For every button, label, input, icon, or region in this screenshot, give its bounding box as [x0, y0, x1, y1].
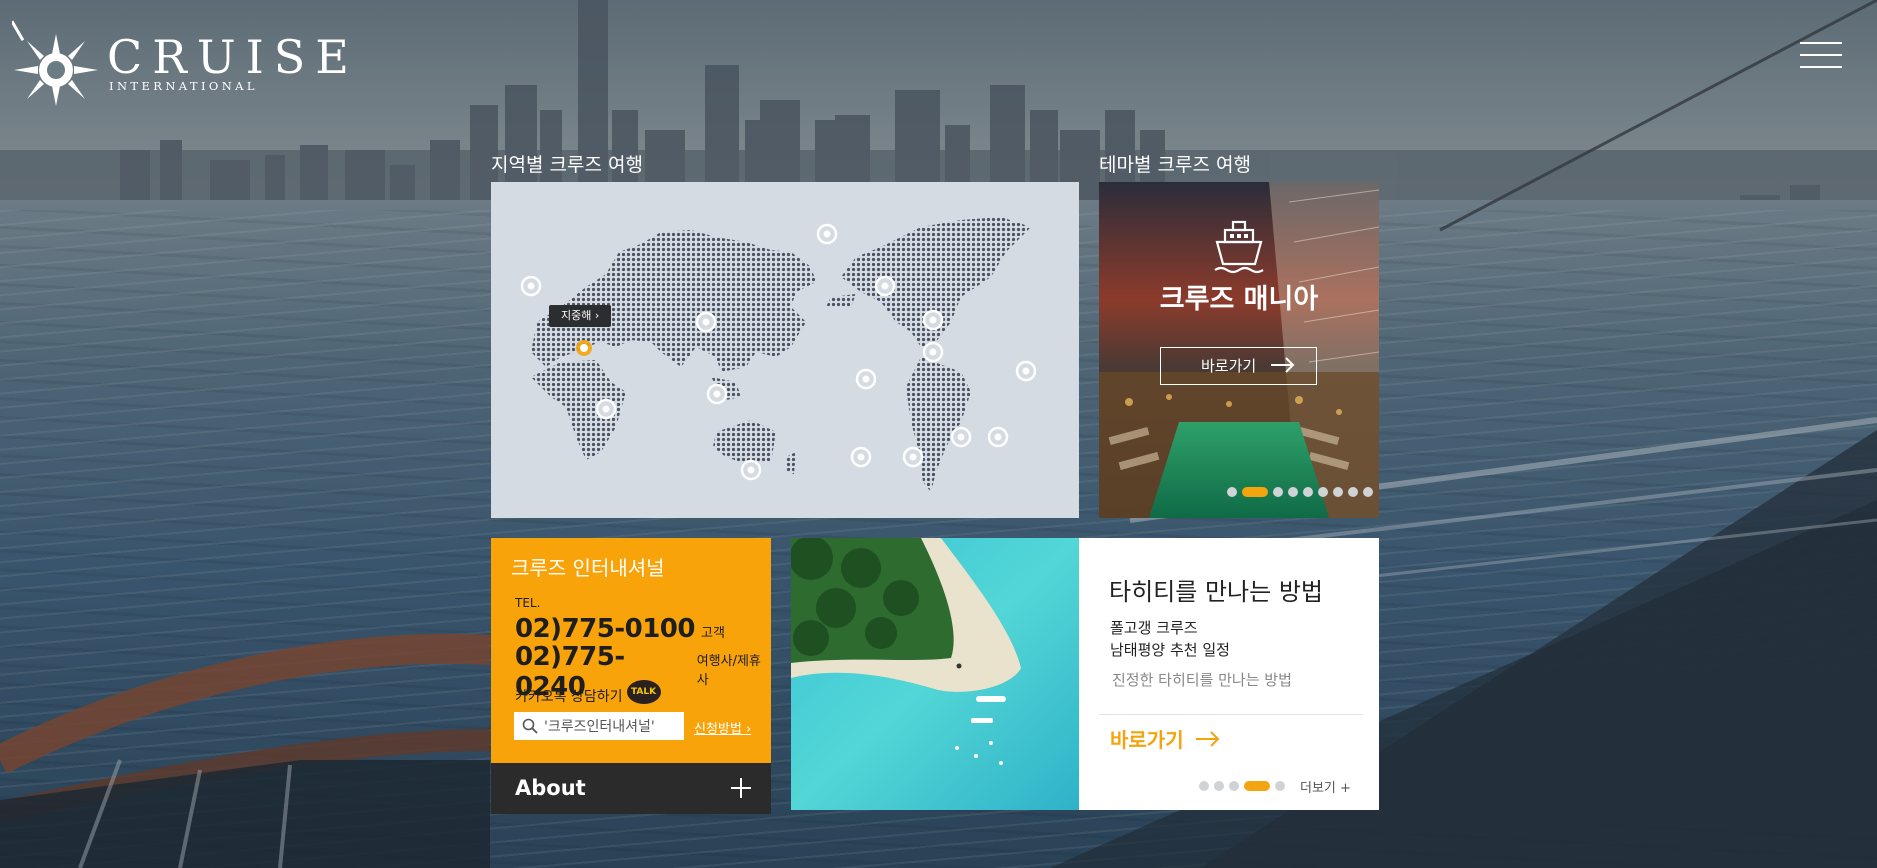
theme-dot-4[interactable] — [1288, 487, 1298, 497]
hamburger-menu-icon[interactable] — [1800, 42, 1842, 68]
map-location-marker[interactable] — [595, 398, 617, 420]
apply-method-link[interactable]: 신청방법 › — [694, 718, 751, 737]
kakao-label: 카카오톡 상담하기 — [515, 689, 623, 705]
map-location-marker[interactable] — [850, 446, 872, 468]
map-location-marker[interactable] — [874, 275, 896, 297]
tahiti-subtitle-2: 남태평양 추천 일정 — [1110, 641, 1230, 659]
world-map[interactable] — [491, 182, 1079, 518]
map-location-marker[interactable] — [950, 426, 972, 448]
tahiti-title: 타히티를 만나는 방법 — [1109, 578, 1323, 606]
map-location-marker[interactable] — [987, 426, 1009, 448]
regional-section-title: 지역별 크루즈 여행 — [491, 154, 643, 176]
compass-icon — [12, 20, 98, 106]
map-location-marker[interactable] — [902, 446, 924, 468]
tel-number-customer[interactable]: 02)775-0100 — [515, 614, 696, 644]
map-location-marker[interactable] — [816, 223, 838, 245]
kakao-consult[interactable]: 카카오톡 상담하기 TALK — [515, 680, 661, 708]
theme-dot-7[interactable] — [1333, 487, 1343, 497]
theme-go-label: 바로가기 — [1201, 357, 1257, 375]
contact-box: 크루즈 인터내셔널 TEL. 02)775-0100 고객 02)775-024… — [491, 538, 771, 763]
divider — [1099, 714, 1363, 715]
contact-title: 크루즈 인터내셔널 — [511, 556, 665, 580]
theme-dot-9[interactable] — [1363, 487, 1373, 497]
theme-dot-5[interactable] — [1303, 487, 1313, 497]
world-map-panel: 지중해 › — [491, 182, 1079, 518]
map-location-marker[interactable] — [740, 459, 762, 481]
tel-row-customer: 02)775-0100 고객 — [515, 614, 725, 644]
theme-dot-3[interactable] — [1273, 487, 1283, 497]
map-location-marker[interactable] — [855, 368, 877, 390]
map-location-marker[interactable] — [695, 311, 717, 333]
tahiti-go-button[interactable]: 바로가기 — [1110, 724, 1220, 753]
ship-icon — [1214, 220, 1264, 274]
arrow-right-icon — [1195, 730, 1220, 747]
map-location-marker[interactable] — [520, 275, 542, 297]
arrow-right-icon — [1271, 357, 1295, 373]
about-button[interactable]: About — [491, 763, 771, 814]
kakao-search-box[interactable] — [514, 712, 684, 740]
tahiti-photo[interactable] — [791, 538, 1079, 810]
theme-dot-8[interactable] — [1348, 487, 1358, 497]
tahiti-dot-5[interactable] — [1275, 781, 1285, 791]
map-region-tag-mediterranean[interactable]: 지중해 › — [549, 305, 612, 327]
theme-section-title: 테마별 크루즈 여행 — [1099, 154, 1251, 176]
map-location-marker[interactable] — [922, 341, 944, 363]
theme-pagination — [1227, 487, 1378, 497]
theme-slider[interactable]: 크루즈 매니아 바로가기 — [1099, 182, 1379, 518]
more-link[interactable]: 더보기 + — [1300, 777, 1351, 796]
tahiti-dot-1[interactable] — [1199, 781, 1209, 791]
tahiti-card: 타히티를 만나는 방법 폴고갱 크루즈 남태평양 추천 일정 진정한 타히티를 … — [1079, 538, 1379, 810]
tahiti-pagination — [1199, 781, 1290, 791]
tel-note-customer: 고객 — [701, 626, 725, 641]
tel-label: TEL. — [515, 596, 541, 610]
tahiti-dot-2[interactable] — [1214, 781, 1224, 791]
theme-dot-1[interactable] — [1227, 487, 1237, 497]
logo-subtitle: INTERNATIONAL — [109, 79, 258, 93]
theme-headline: 크루즈 매니아 — [1159, 284, 1319, 315]
kakao-talk-icon: TALK — [626, 680, 661, 704]
logo-wordmark: CRUISE — [107, 30, 359, 84]
theme-go-button[interactable]: 바로가기 — [1160, 347, 1317, 385]
theme-dot-2[interactable] — [1242, 487, 1268, 497]
tahiti-description: 진정한 타히티를 만나는 방법 — [1112, 671, 1292, 689]
about-label: About — [515, 776, 586, 800]
map-location-marker[interactable] — [706, 383, 728, 405]
search-icon — [522, 718, 538, 734]
tahiti-dot-3[interactable] — [1229, 781, 1239, 791]
map-location-marker[interactable] — [1015, 360, 1037, 382]
tahiti-go-label: 바로가기 — [1110, 728, 1184, 752]
theme-dot-6[interactable] — [1318, 487, 1328, 497]
kakao-search-input[interactable] — [544, 718, 684, 734]
cruise-logo[interactable]: CRUISE INTERNATIONAL — [12, 20, 349, 106]
tel-note-agency: 여행사/제휴사 — [696, 654, 761, 688]
plus-icon — [731, 778, 751, 798]
tahiti-dot-4[interactable] — [1244, 781, 1270, 791]
map-location-marker[interactable] — [922, 309, 944, 331]
tahiti-subtitle-1: 폴고갱 크루즈 — [1110, 619, 1198, 637]
